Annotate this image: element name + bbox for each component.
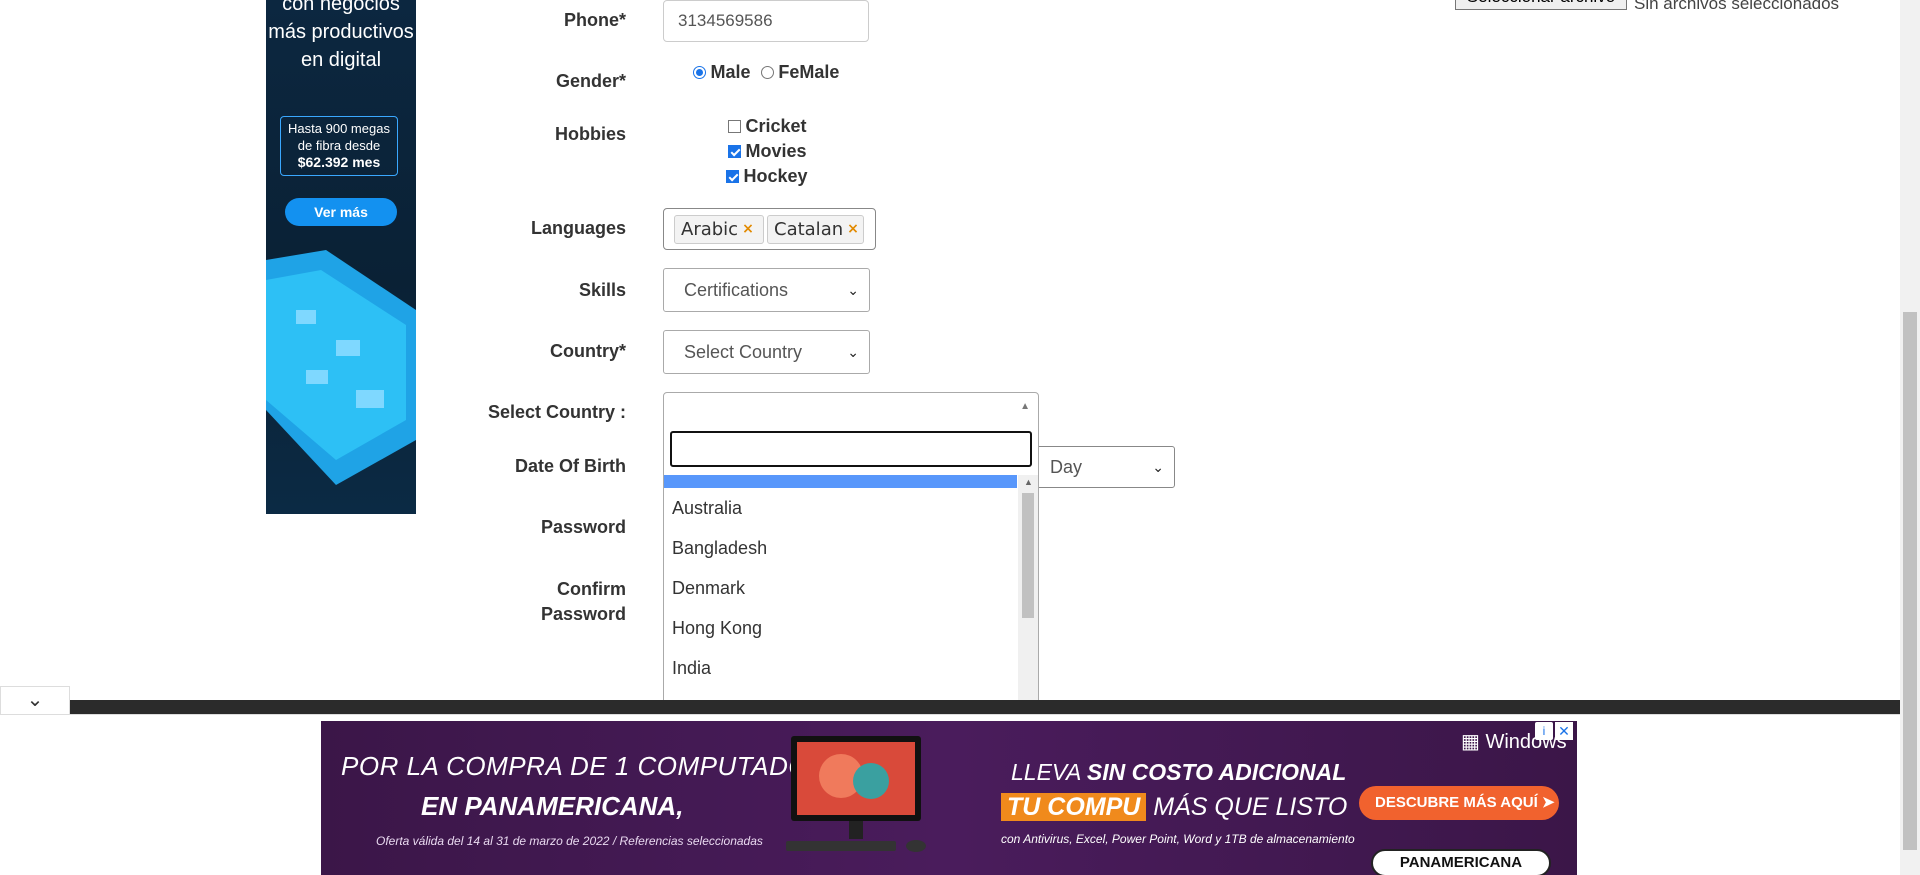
ad-headline-1: POR LA COMPRA DE 1 COMPUTADOR (341, 751, 829, 781)
ad-offer-box: Hasta 900 megas de fibra desde $62.392 m… (280, 116, 398, 176)
choose-file-button[interactable]: Seleccionar archivo (1455, 0, 1627, 10)
phone-input[interactable]: 3134569586 (663, 0, 869, 42)
ad-cta-button[interactable]: DESCUBRE MÁS AQUÍ ➤ (1359, 786, 1559, 820)
language-chip-catalan: Catalan × (767, 215, 864, 244)
remove-chip-icon[interactable]: × (847, 221, 859, 237)
ad-lleva-text: LLEVA SIN COSTO ADICIONAL (1011, 759, 1346, 786)
language-chip-label: Arabic (681, 219, 739, 240)
page-scroll-thumb[interactable] (1903, 312, 1917, 850)
gender-label: Gender* (555, 71, 626, 91)
bottom-banner-ad[interactable]: POR LA COMPRA DE 1 COMPUTADOR EN PANAMER… (321, 721, 1577, 875)
country-label: Country* (550, 341, 626, 361)
ad-close-icon[interactable]: ✕ (1555, 722, 1573, 740)
ad-lleva-prefix: LLEVA (1011, 759, 1081, 785)
country-options-list: Australia Bangladesh Denmark Hong Kong I… (664, 475, 1017, 715)
hobbies-label: Hobbies (554, 124, 626, 144)
password-label: Password (540, 517, 626, 537)
gender-male-label: Male (710, 62, 751, 82)
phone-label: Phone* (563, 10, 626, 30)
country-value: Select Country (684, 342, 803, 362)
country-select[interactable]: Select Country ⌄ (663, 330, 870, 374)
windows-icon: ▦ (1461, 731, 1480, 753)
gender-options: Male FeMale (693, 62, 839, 83)
ad-headline-2: EN PANAMERICANA, (421, 791, 684, 821)
gender-female-radio[interactable] (760, 66, 774, 79)
skills-label: Skills (578, 280, 626, 300)
ad-offer-text: Hasta 900 megas de fibra desde (288, 121, 390, 153)
select-country-label: Select Country : (487, 402, 626, 422)
computer-image (786, 736, 926, 852)
country-dropdown-panel: Australia Bangladesh Denmark Hong Kong I… (663, 425, 1039, 716)
country-option[interactable]: Australia (664, 488, 1017, 528)
language-chip-arabic: Arabic × (674, 215, 764, 244)
scroll-up-icon[interactable]: ▲ (1024, 477, 1033, 487)
hobby-movies: Movies (728, 141, 806, 162)
movies-label: Movies (745, 141, 807, 161)
cricket-label: Cricket (745, 116, 807, 136)
language-chip-label: Catalan (774, 219, 844, 240)
ad-lleva-bold: SIN COSTO ADICIONAL (1086, 759, 1347, 785)
hobby-hockey: Hockey (726, 166, 808, 187)
gender-female-label: FeMale (778, 62, 840, 82)
ad-tagline: con negocios más productivos en digital (268, 0, 414, 71)
chevron-down-icon: ⌄ (26, 689, 44, 711)
panamericana-logo: PANAMERICANA (1371, 849, 1551, 875)
ad-tu-compu-line: TU COMPU MÁS QUE LISTO (1001, 793, 1347, 822)
confirm-password-label: Confirm Password (541, 577, 626, 627)
skills-select[interactable]: Certifications ⌄ (663, 268, 870, 312)
confirm-password-label-line1: Confirm (557, 579, 626, 599)
select-country-combobox[interactable]: ▲ (663, 392, 1039, 426)
ad-isometric-graphic (266, 250, 416, 485)
skills-value: Certifications (684, 280, 789, 300)
collapse-ad-button[interactable]: ⌄ (0, 686, 70, 716)
hobby-cricket: Cricket (728, 116, 806, 137)
confirm-password-label-line2: Password (540, 604, 626, 624)
ad-ver-mas-button[interactable]: Ver más (285, 198, 397, 226)
dob-day-select[interactable]: Day ⌄ (1035, 446, 1175, 488)
languages-multiselect[interactable]: Arabic × Catalan × (663, 208, 876, 250)
hockey-label: Hockey (743, 166, 808, 186)
cursor-icon: ➤ (1541, 794, 1555, 811)
dropdown-scrollbar[interactable]: ▲ ▼ (1018, 475, 1038, 715)
chevron-down-icon: ⌄ (847, 282, 859, 298)
chevron-down-icon: ⌄ (1152, 459, 1164, 475)
remove-chip-icon[interactable]: × (742, 221, 754, 237)
ad-cta-label: DESCUBRE MÁS AQUÍ (1375, 794, 1538, 811)
caret-up-icon: ▲ (1020, 401, 1030, 412)
ad-info-icon[interactable]: i (1535, 722, 1553, 740)
country-option[interactable]: Denmark (664, 568, 1017, 608)
cricket-checkbox[interactable] (728, 120, 741, 133)
left-advertisement[interactable]: con negocios más productivos en digital … (266, 0, 416, 514)
ad-small-print: con Antivirus, Excel, Power Point, Word … (1001, 832, 1355, 846)
ad-tu-compu: TU COMPU (1001, 793, 1147, 821)
country-option[interactable]: Hong Kong (664, 608, 1017, 648)
country-search-input[interactable] (670, 431, 1032, 467)
highlighted-option[interactable] (664, 475, 1017, 488)
page-scrollbar[interactable] (1900, 0, 1920, 875)
footer-bar (70, 700, 1900, 714)
file-status-text: Sin archivos seleccionados (1634, 0, 1840, 13)
dob-label: Date Of Birth (514, 456, 626, 476)
hockey-checkbox[interactable] (726, 170, 739, 183)
dob-day-value: Day (1050, 457, 1083, 477)
ad-offer-price: $62.392 mes (297, 154, 381, 170)
ad-mas-que-listo: MÁS QUE LISTO (1153, 793, 1348, 821)
gender-male-radio[interactable] (693, 66, 706, 79)
country-option[interactable]: India (664, 648, 1017, 688)
dropdown-scroll-thumb[interactable] (1022, 493, 1034, 618)
chevron-down-icon: ⌄ (847, 344, 859, 360)
ad-fine-print: Oferta válida del 14 al 31 de marzo de 2… (376, 834, 763, 848)
languages-label: Languages (530, 218, 626, 238)
country-option[interactable]: Bangladesh (664, 528, 1017, 568)
movies-checkbox[interactable] (728, 145, 741, 158)
